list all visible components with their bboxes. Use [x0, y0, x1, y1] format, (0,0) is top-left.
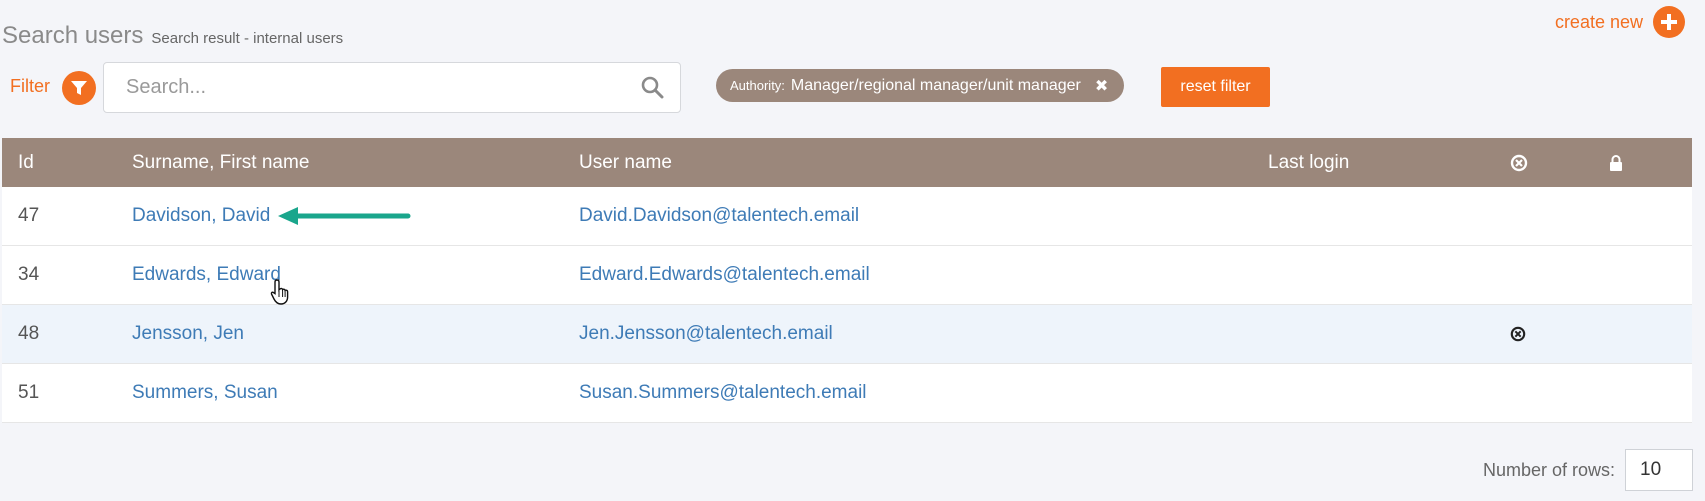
rows-per-page-input[interactable] — [1625, 449, 1693, 491]
column-header-last-login[interactable]: Last login — [1268, 138, 1349, 187]
row-name-link[interactable]: Davidson, David — [132, 187, 270, 245]
table-row[interactable]: 47 Davidson, David David.Davidson@talent… — [2, 187, 1692, 246]
row-name-link[interactable]: Edwards, Edward — [132, 246, 281, 304]
table-row[interactable]: 48 Jensson, Jen Jen.Jensson@talentech.em… — [2, 305, 1692, 364]
row-username-link[interactable]: Edward.Edwards@talentech.email — [579, 246, 870, 304]
rows-per-page: Number of rows: — [1483, 449, 1693, 491]
row-name-link[interactable]: Jensson, Jen — [132, 305, 244, 363]
filter-bar: Filter Authority: Manager/regional manag… — [10, 62, 1700, 114]
reset-filter-button[interactable]: reset filter — [1161, 67, 1270, 107]
users-table: Id Surname, First name User name Last lo… — [2, 138, 1692, 423]
removed-status-icon — [1510, 305, 1526, 363]
row-id: 48 — [18, 323, 40, 344]
authority-filter-chip: Authority: Manager/regional manager/unit… — [716, 69, 1125, 102]
chip-value: Manager/regional manager/unit manager — [790, 76, 1081, 94]
title-row: Search users Search result - internal us… — [2, 22, 343, 50]
remove-circle-icon[interactable] — [1510, 138, 1528, 187]
column-header-name[interactable]: Surname, First name — [132, 138, 309, 187]
column-header-username[interactable]: User name — [579, 138, 672, 187]
remove-chip-icon[interactable]: ✖ — [1095, 76, 1108, 96]
column-header-id[interactable]: Id — [18, 138, 34, 187]
row-username-link[interactable]: Susan.Summers@talentech.email — [579, 364, 867, 422]
plus-icon — [1653, 6, 1685, 38]
search-box — [103, 62, 681, 113]
table-row[interactable]: 51 Summers, Susan Susan.Summers@talentec… — [2, 364, 1692, 423]
page-subtitle: Search result - internal users — [151, 30, 344, 47]
row-id: 51 — [18, 382, 40, 403]
row-username-link[interactable]: Jen.Jensson@talentech.email — [579, 305, 833, 363]
chip-key: Authority: — [730, 78, 785, 93]
create-new-label: create new — [1554, 11, 1643, 32]
search-input[interactable] — [104, 63, 624, 112]
row-id: 34 — [18, 264, 40, 285]
annotation-arrow-icon — [276, 205, 412, 233]
table-row[interactable]: 34 Edwards, Edward Edward.Edwards@talent… — [2, 246, 1692, 305]
create-new-button[interactable]: create new — [1555, 6, 1685, 38]
filter-label: Filter — [10, 76, 50, 96]
row-username-link[interactable]: David.Davidson@talentech.email — [579, 187, 859, 245]
table-header: Id Surname, First name User name Last lo… — [2, 138, 1692, 187]
hand-cursor-icon — [270, 278, 292, 311]
row-name-link[interactable]: Summers, Susan — [132, 364, 278, 422]
rows-per-page-label: Number of rows: — [1482, 459, 1615, 480]
page-title: Search users — [2, 22, 144, 49]
search-icon[interactable] — [640, 75, 664, 104]
lock-icon[interactable] — [1608, 138, 1624, 187]
row-id: 47 — [18, 205, 40, 226]
filter-funnel-icon[interactable] — [62, 71, 96, 105]
